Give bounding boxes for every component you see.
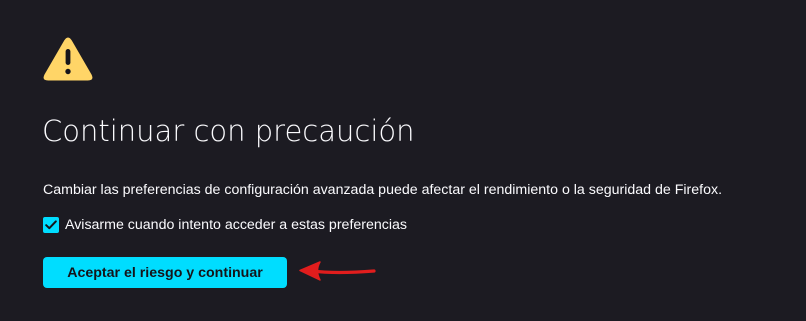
warning-description: Cambiar las preferencias de configuració…	[43, 182, 723, 198]
checkmark-icon	[45, 220, 57, 230]
warn-me-checkbox[interactable]	[43, 217, 59, 233]
warn-me-checkbox-row[interactable]: Avisarme cuando intento acceder a estas …	[43, 215, 407, 235]
warning-triangle-icon	[42, 36, 94, 84]
warn-me-checkbox-label: Avisarme cuando intento acceder a estas …	[65, 217, 408, 233]
page-title: Continuar con precaución	[42, 114, 415, 148]
accept-risk-button[interactable]: Aceptar el riesgo y continuar	[43, 257, 287, 288]
red-arrow-icon	[296, 256, 380, 286]
